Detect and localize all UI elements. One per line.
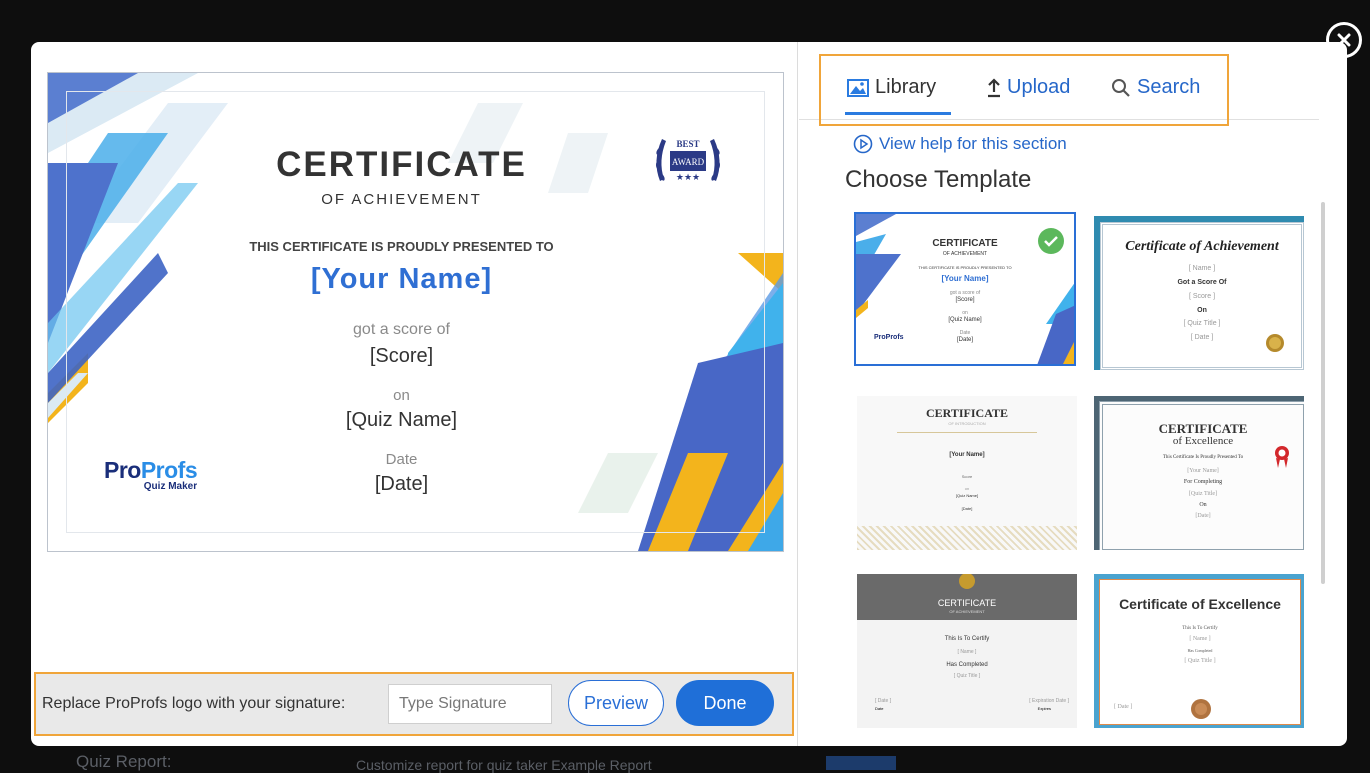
- template-4-date: [Date]: [1195, 513, 1211, 519]
- certificate-modal: BEST AWARD ★★★ CERTIFICATE OF ACHIEVEMEN…: [31, 42, 1347, 746]
- template-3-rule: [897, 432, 1037, 433]
- template-4-for: For Completing: [1183, 479, 1223, 485]
- template-5-name: [ Name ]: [957, 649, 977, 655]
- template-5-subtitle: OF ACHIEVEMENT: [949, 609, 985, 614]
- search-icon: [1112, 78, 1130, 97]
- template-thumbnail-3[interactable]: CERTIFICATE OF INTRODUCTION [Your Name] …: [857, 396, 1077, 550]
- template-4-on: On: [1199, 502, 1207, 508]
- panel-divider: [797, 42, 798, 746]
- tab-search-label: Search: [1137, 76, 1201, 98]
- template-thumbnail-5[interactable]: CERTIFICATE OF ACHIEVEMENT This Is To Ce…: [857, 574, 1077, 728]
- active-tab-indicator: [845, 112, 951, 115]
- template-5-expiration: [ Expiration Date ]: [1029, 698, 1069, 704]
- template-5-quiz: [ Quiz Title ]: [953, 673, 981, 679]
- quiz-name-value: [Quiz Name]: [345, 409, 458, 431]
- template-1-quiz: [Quiz Name]: [948, 317, 982, 323]
- done-button[interactable]: Done: [676, 680, 774, 726]
- template-6-title: Certificate of Excellence: [1119, 596, 1281, 612]
- preview-button[interactable]: Preview: [568, 680, 664, 726]
- template-6-completed: Has Completed: [1187, 648, 1213, 653]
- template-1-got: got a score of: [949, 290, 981, 296]
- view-help-link[interactable]: View help for this section: [853, 134, 1067, 154]
- template-1-score: [Score]: [955, 297, 975, 303]
- tab-library[interactable]: Library: [847, 76, 936, 99]
- signature-input[interactable]: [388, 684, 552, 724]
- template-5-title: CERTIFICATE: [937, 598, 997, 608]
- template-thumbnail-4[interactable]: CERTIFICATE of Excellence This Certifica…: [1094, 396, 1304, 550]
- customize-report-text: Customize report for quiz taker Example …: [356, 757, 652, 773]
- template-5-completed: Has Completed: [946, 662, 988, 668]
- template-3-pattern: [857, 526, 1077, 550]
- template-list-scrollbar[interactable]: [1321, 202, 1325, 584]
- presented-to-text: THIS CERTIFICATE IS PROUDLY PRESENTED TO: [249, 239, 554, 254]
- template-2-quiz: [ Quiz Title ]: [1183, 320, 1221, 327]
- bronze-seal-icon: [1191, 699, 1211, 719]
- play-circle-icon: [853, 134, 873, 154]
- template-source-tabs: Library Upload Search: [819, 54, 1229, 126]
- gold-seal-icon: [1266, 334, 1284, 352]
- template-1-presented: THIS CERTIFICATE IS PROUDLY PRESENTED TO: [918, 265, 1012, 270]
- template-3-title: CERTIFICATE: [925, 406, 1009, 420]
- template-1-name: [Your Name]: [941, 274, 989, 283]
- template-6-quiz: [ Quiz Title ]: [1184, 658, 1216, 664]
- upload-icon: [988, 77, 1000, 97]
- template-thumbnail-6[interactable]: Certificate of Excellence This Is To Cer…: [1094, 574, 1304, 728]
- template-3-score: Score: [961, 474, 973, 479]
- score-value: [Score]: [369, 345, 434, 367]
- template-2-name: [ Name ]: [1188, 265, 1216, 272]
- template-5-medal-icon: [959, 574, 975, 589]
- template-2-score: [ Score ]: [1188, 293, 1216, 300]
- proprofs-logo: ProProfs Quiz Maker: [104, 457, 198, 492]
- template-6-name: [ Name ]: [1189, 636, 1211, 642]
- choose-template-heading: Choose Template: [845, 166, 1032, 193]
- template-2-on: On: [1197, 307, 1207, 314]
- template-3-on: on: [964, 486, 970, 491]
- template-3-name: [Your Name]: [949, 452, 985, 458]
- certificate-subtitle: OF ACHIEVEMENT: [321, 191, 482, 208]
- signature-label: Replace ProProfs logo with your signatur…: [42, 695, 346, 712]
- template-thumbnail-2[interactable]: Certificate of Achievement [ Name ] Got …: [1094, 216, 1304, 370]
- template-5-date: [ Date ]: [875, 698, 892, 704]
- template-5-date-label: Date: [875, 706, 884, 711]
- certificate-preview: BEST AWARD ★★★ CERTIFICATE OF ACHIEVEMEN…: [47, 72, 784, 552]
- template-3-subtitle: OF INTRODUCTION: [948, 421, 986, 426]
- template-3-date: [Date]: [961, 506, 973, 511]
- template-1-on: on: [962, 310, 968, 316]
- template-6-date: [ Date ]: [1114, 704, 1133, 710]
- recipient-name: [Your Name]: [310, 263, 493, 295]
- template-5-certify: This Is To Certify: [944, 636, 990, 642]
- ribbon-seal-icon: [1275, 446, 1289, 468]
- template-1-logo: ProProfs: [874, 334, 904, 341]
- quiz-report-label: Quiz Report:: [76, 752, 172, 771]
- template-5-expires-label: Expires: [1037, 706, 1051, 711]
- tab-upload-label: Upload: [1007, 76, 1071, 98]
- template-3-quiz: [Quiz Name]: [955, 493, 979, 498]
- tab-upload[interactable]: Upload: [987, 76, 1070, 99]
- on-label: on: [393, 387, 410, 404]
- certificate-title: CERTIFICATE: [276, 145, 527, 184]
- view-help-label: View help for this section: [879, 134, 1067, 153]
- template-2-title: Certificate of Achievement: [1125, 239, 1279, 254]
- tab-search[interactable]: Search: [1111, 76, 1200, 99]
- template-6-certify: This Is To Certify: [1182, 626, 1218, 631]
- signature-bar: Replace ProProfs logo with your signatur…: [34, 672, 794, 736]
- selected-check-icon: [1038, 228, 1064, 254]
- template-4-quiz: [Quiz Title]: [1188, 491, 1218, 497]
- got-score-label: got a score of: [353, 321, 450, 338]
- image-icon: [847, 78, 869, 97]
- template-thumbnail-1[interactable]: CERTIFICATE OF ACHIEVEMENT THIS CERTIFIC…: [854, 212, 1076, 366]
- tab-library-label: Library: [875, 76, 937, 98]
- background-bar: [826, 756, 896, 770]
- template-2-got: Got a Score Of: [1177, 279, 1227, 286]
